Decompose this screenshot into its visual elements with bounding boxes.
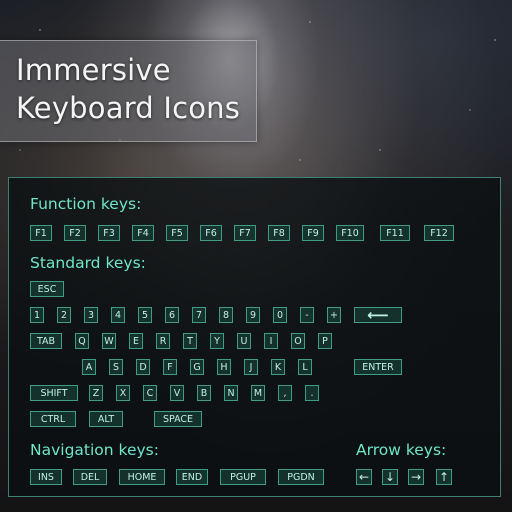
right-arrow-icon[interactable]: → bbox=[408, 469, 424, 485]
key-f1[interactable]: F1 bbox=[30, 225, 52, 241]
key-2[interactable]: 2 bbox=[57, 307, 71, 323]
key-ctrl[interactable]: CTRL bbox=[30, 411, 76, 427]
keyboard-panel: Function keys: Standard keys: Navigation… bbox=[8, 177, 501, 497]
key-f12[interactable]: F12 bbox=[424, 225, 454, 241]
key-f7[interactable]: F7 bbox=[234, 225, 256, 241]
key-h[interactable]: H bbox=[217, 359, 231, 375]
key-l[interactable]: L bbox=[298, 359, 312, 375]
key-4[interactable]: 4 bbox=[111, 307, 125, 323]
key-home[interactable]: HOME bbox=[119, 469, 165, 485]
key-w[interactable]: W bbox=[102, 333, 116, 349]
key-f4[interactable]: F4 bbox=[132, 225, 154, 241]
key-p[interactable]: P bbox=[318, 333, 332, 349]
key-z[interactable]: Z bbox=[89, 385, 103, 401]
key-b[interactable]: B bbox=[197, 385, 211, 401]
key-g[interactable]: G bbox=[190, 359, 204, 375]
key-plus[interactable]: + bbox=[327, 307, 341, 323]
key-6[interactable]: 6 bbox=[165, 307, 179, 323]
function-keys-heading: Function keys: bbox=[30, 195, 142, 213]
standard-keys-heading: Standard keys: bbox=[30, 254, 146, 272]
key-r[interactable]: R bbox=[156, 333, 170, 349]
up-arrow-icon[interactable]: ↑ bbox=[436, 469, 452, 485]
key-pgup[interactable]: PGUP bbox=[220, 469, 266, 485]
key-0[interactable]: 0 bbox=[273, 307, 287, 323]
key-f8[interactable]: F8 bbox=[268, 225, 290, 241]
key-space[interactable]: SPACE bbox=[154, 411, 202, 427]
key-5[interactable]: 5 bbox=[138, 307, 152, 323]
key-f11[interactable]: F11 bbox=[380, 225, 410, 241]
key-a[interactable]: A bbox=[82, 359, 96, 375]
key-del[interactable]: DEL bbox=[73, 469, 107, 485]
title-line-1: Immersive bbox=[16, 53, 171, 87]
key-end[interactable]: END bbox=[176, 469, 208, 485]
key-s[interactable]: S bbox=[109, 359, 123, 375]
left-arrow-icon[interactable]: ← bbox=[356, 469, 372, 485]
key-f3[interactable]: F3 bbox=[98, 225, 120, 241]
key-9[interactable]: 9 bbox=[246, 307, 260, 323]
key-y[interactable]: Y bbox=[210, 333, 224, 349]
key-x[interactable]: X bbox=[116, 385, 130, 401]
key-pgdn[interactable]: PGDN bbox=[278, 469, 324, 485]
key-f2[interactable]: F2 bbox=[64, 225, 86, 241]
key-7[interactable]: 7 bbox=[192, 307, 206, 323]
key-comma[interactable]: , bbox=[278, 385, 292, 401]
key-ins[interactable]: INS bbox=[30, 469, 62, 485]
key-1[interactable]: 1 bbox=[30, 307, 44, 323]
key-u[interactable]: U bbox=[237, 333, 251, 349]
key-enter[interactable]: ENTER bbox=[354, 359, 402, 375]
key-f6[interactable]: F6 bbox=[200, 225, 222, 241]
down-arrow-icon[interactable]: ↓ bbox=[382, 469, 398, 485]
key-d[interactable]: D bbox=[136, 359, 150, 375]
key-f10[interactable]: F10 bbox=[336, 225, 364, 241]
key-f5[interactable]: F5 bbox=[166, 225, 188, 241]
key-m[interactable]: M bbox=[251, 385, 265, 401]
key-tab[interactable]: TAB bbox=[30, 333, 62, 349]
key-alt[interactable]: ALT bbox=[89, 411, 123, 427]
key-shift[interactable]: SHIFT bbox=[30, 385, 78, 401]
key-t[interactable]: T bbox=[183, 333, 197, 349]
title-banner: Immersive Keyboard Icons bbox=[0, 40, 257, 142]
key-n[interactable]: N bbox=[224, 385, 238, 401]
key-minus[interactable]: - bbox=[300, 307, 314, 323]
key-backspace[interactable]: ⟵ bbox=[354, 306, 402, 324]
key-c[interactable]: C bbox=[143, 385, 157, 401]
key-period[interactable]: . bbox=[305, 385, 319, 401]
key-3[interactable]: 3 bbox=[84, 307, 98, 323]
key-f9[interactable]: F9 bbox=[302, 225, 324, 241]
key-j[interactable]: J bbox=[244, 359, 258, 375]
title-line-2: Keyboard Icons bbox=[16, 91, 241, 125]
key-v[interactable]: V bbox=[170, 385, 184, 401]
key-8[interactable]: 8 bbox=[219, 307, 233, 323]
key-f[interactable]: F bbox=[163, 359, 177, 375]
key-e[interactable]: E bbox=[129, 333, 143, 349]
key-i[interactable]: I bbox=[264, 333, 278, 349]
navigation-keys-heading: Navigation keys: bbox=[30, 441, 159, 459]
key-q[interactable]: Q bbox=[75, 333, 89, 349]
arrow-keys-heading: Arrow keys: bbox=[356, 441, 447, 459]
key-o[interactable]: O bbox=[291, 333, 305, 349]
key-k[interactable]: K bbox=[271, 359, 285, 375]
key-esc[interactable]: ESC bbox=[30, 281, 64, 297]
